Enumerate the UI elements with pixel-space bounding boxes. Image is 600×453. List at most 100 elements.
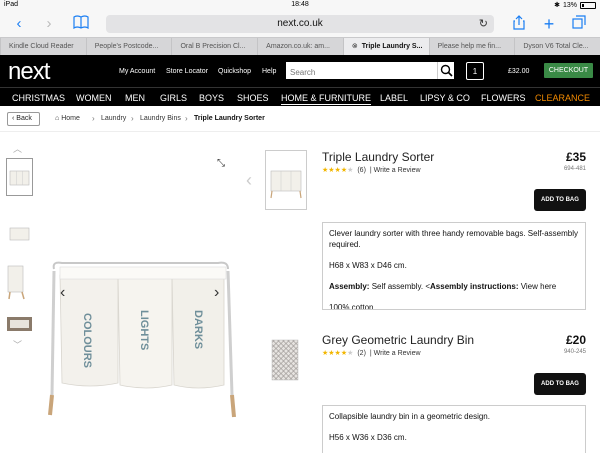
next-logo[interactable]: next [8,58,50,86]
nav-home-furniture[interactable]: HOME & FURNITURE [281,93,371,105]
my-account-link[interactable]: My Account [119,68,155,75]
back-label: Back [16,115,32,122]
dimensions-2: H56 x W36 x D36 cm. [329,433,407,442]
chevron-right-icon: › [185,114,188,123]
back-button[interactable]: ‹ Back [7,112,40,126]
review-count-2[interactable]: (2) [357,350,366,357]
back-arrow-icon[interactable]: ‹ [10,15,28,33]
nav-clearance[interactable]: CLEARANCE [535,93,590,103]
bag-total[interactable]: £32.00 [508,68,529,75]
thumbnail-3[interactable] [6,262,33,300]
expand-icon[interactable]: ⤡ [217,158,225,169]
browser-tab[interactable]: ⊗ Triple Laundry S... [342,38,429,55]
nav-christmas[interactable]: CHRISTMAS [12,93,65,103]
browser-tab-label: People's Postcode... [94,43,159,50]
url-text: next.co.uk [277,18,323,29]
browser-tab[interactable]: Oral B Precision Cl... [171,38,257,55]
browser-tab[interactable]: Please help me fin... [428,38,515,55]
instructions-link[interactable]: View here [518,282,556,291]
product-thumbnail-2[interactable] [266,336,304,386]
product-description: Clever laundry sorter with three handy r… [322,222,586,310]
thumbnail-1[interactable] [6,158,33,196]
reload-icon[interactable]: ↻ [479,15,488,33]
breadcrumb-laundry[interactable]: Laundry [101,115,126,122]
write-review-link-2[interactable]: | Write a Review [370,350,421,357]
breadcrumb-current: Triple Laundry Sorter [194,115,265,122]
star-rating-icon: ★★★★ [322,350,348,357]
image-prev-icon[interactable]: ‹ [60,284,65,302]
home-icon: ⌂ [55,115,60,122]
search-button[interactable] [437,62,454,79]
nav-shoes[interactable]: SHOES [237,93,269,103]
desc-paragraph: Clever laundry sorter with three handy r… [329,229,579,249]
main-product-image[interactable]: COLOURS LIGHTS DARKS [38,145,256,445]
add-to-bag-button-2[interactable]: ADD TO BAG [534,373,586,395]
assembly-text: Self assembly. < [369,282,431,291]
share-icon[interactable] [510,15,528,33]
browser-tab[interactable]: People's Postcode... [85,38,172,55]
thumbs-down-chevron-icon[interactable]: ﹀ [13,338,22,351]
breadcrumb-laundry-bins[interactable]: Laundry Bins [140,115,181,122]
breadcrumb: ‹ Back ⌂ Home › Laundry › Laundry Bins ›… [0,106,600,132]
nav-label[interactable]: LABEL [380,93,408,103]
product-title-2[interactable]: Grey Geometric Laundry Bin [322,333,474,347]
write-review-link[interactable]: | Write a Review [370,167,421,174]
browser-tab[interactable]: Kindle Cloud Reader [0,38,86,55]
instructions-label: Assembly instructions: [430,282,519,291]
main-nav: CHRISTMAS WOMEN MEN GIRLS BOYS SHOES HOM… [0,87,600,106]
quickshop-link[interactable]: Quickshop [218,68,251,75]
browser-tab-label: Please help me fin... [437,43,502,50]
material: 100% cotton. [329,303,376,310]
bag-icon[interactable]: 1 [466,62,484,80]
nav-boys[interactable]: BOYS [199,93,224,103]
product-thumbnail[interactable] [265,150,307,210]
dimensions: H68 x W83 x D46 cm. [329,261,407,270]
browser-tab-label: Amazon.co.uk: am... [266,43,330,50]
close-tab-icon[interactable]: ⊗ [352,43,358,50]
store-locator-link[interactable]: Store Locator [166,68,208,75]
assembly-line: Assembly: Self assembly. <Assembly instr… [329,281,579,292]
bag-label-colours: COLOURS [81,313,93,368]
browser-tab[interactable]: Amazon.co.uk: am... [257,38,343,55]
thumbnail-2[interactable] [6,212,33,250]
product-description-2: Collapsible laundry bin in a geometric d… [322,405,586,453]
nav-girls[interactable]: GIRLS [160,93,187,103]
clock: 18:48 [291,1,309,8]
nav-lipsy[interactable]: LIPSY & CO [420,93,470,103]
bookmarks-icon[interactable] [72,15,90,33]
desc-paragraph-2: Collapsible laundry bin in a geometric d… [329,412,490,421]
review-count[interactable]: (6) [357,167,366,174]
product-title[interactable]: Triple Laundry Sorter [322,150,434,164]
search-icon [440,64,453,77]
browser-tab-label: Oral B Precision Cl... [180,43,246,50]
add-to-bag-button[interactable]: ADD TO BAG [534,189,586,211]
status-bar: iPad 18:48 ✱ 13% [0,0,600,11]
forward-arrow-icon[interactable]: › [40,15,58,33]
tabs-icon[interactable] [570,15,588,33]
bag-label-lights: LIGHTS [138,310,150,350]
breadcrumb-home[interactable]: ⌂ Home [55,115,80,122]
battery-icon [580,1,596,9]
bag-label-darks: DARKS [192,310,204,349]
new-tab-icon[interactable]: + [540,15,558,33]
browser-toolbar: ‹ › next.co.uk ↻ + [0,11,600,37]
nav-women[interactable]: WOMEN [76,93,112,103]
url-bar[interactable]: next.co.uk ↻ [106,15,494,33]
browser-tab-label: Kindle Cloud Reader [9,43,74,50]
browser-tab[interactable]: Dyson V6 Total Cle... [514,38,600,55]
panel-collapse-icon[interactable]: ‹ [246,170,252,191]
nav-flowers[interactable]: FLOWERS [481,93,526,103]
bag-count: 1 [472,67,478,76]
thumbs-up-chevron-icon[interactable]: ︿ [13,142,22,155]
nav-men[interactable]: MEN [125,93,145,103]
site-header: next My Account Store Locator Quickshop … [0,55,600,87]
breadcrumb-home-label: Home [61,115,80,122]
product-code-2: 940-245 [563,349,586,355]
help-link[interactable]: Help [262,68,276,75]
search-input[interactable] [286,64,436,81]
image-next-icon[interactable]: › [214,284,219,302]
checkout-button[interactable]: CHECKOUT [544,63,593,78]
bluetooth-icon: ✱ [554,2,560,9]
product-rating: ★★★★★ (6) | Write a Review [322,166,421,174]
product-price-2: £20 [565,333,586,347]
